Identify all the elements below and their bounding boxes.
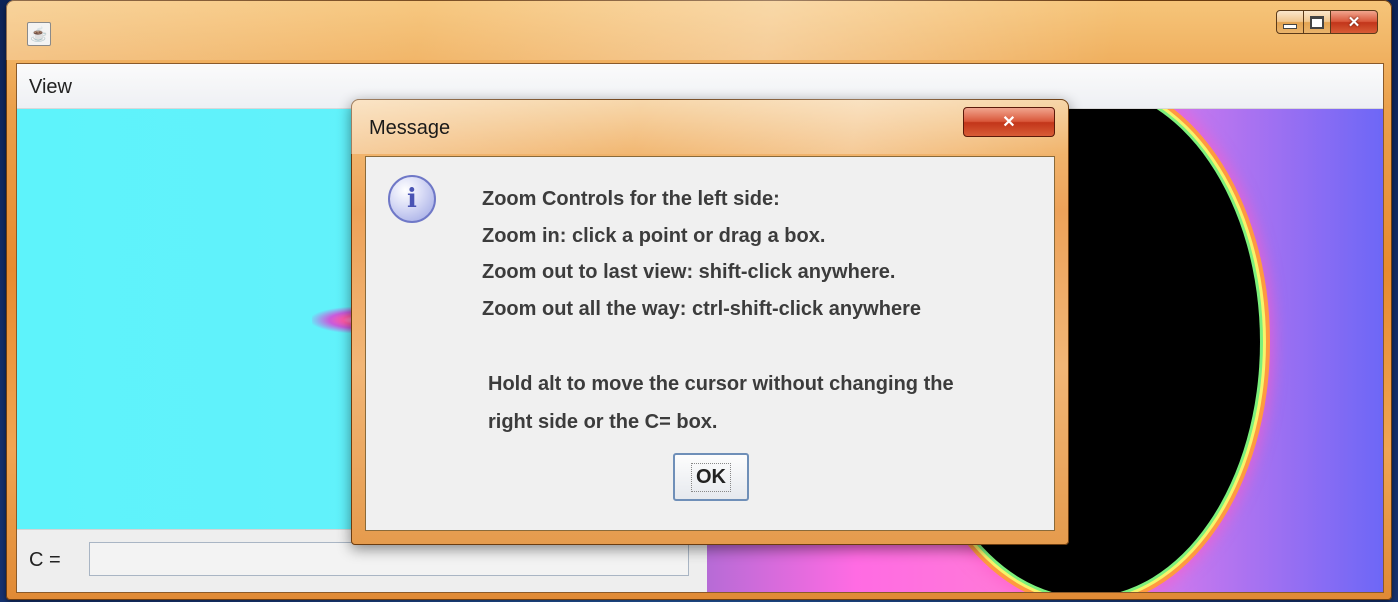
maximize-button[interactable] bbox=[1304, 10, 1331, 34]
close-button[interactable]: ✕ bbox=[1331, 10, 1378, 34]
info-icon: i bbox=[388, 175, 436, 223]
message-line: Zoom Controls for the left side: bbox=[482, 188, 780, 210]
ok-label: OK bbox=[691, 462, 731, 492]
menu-view[interactable]: View bbox=[29, 76, 72, 99]
close-icon: ✕ bbox=[1347, 14, 1361, 31]
close-icon: ✕ bbox=[1002, 114, 1016, 131]
caption-buttons: ✕ bbox=[1276, 10, 1378, 34]
dialog-body: i Zoom Controls for the left side: Zoom … bbox=[365, 156, 1055, 531]
message-text: Zoom Controls for the left side: Zoom in… bbox=[482, 181, 921, 327]
dialog-title: Message bbox=[369, 117, 451, 139]
dialog-close-button[interactable]: ✕ bbox=[963, 107, 1055, 137]
message-line: Zoom out to last view: shift-click anywh… bbox=[482, 261, 896, 283]
java-cup-icon[interactable]: ☕ bbox=[27, 22, 51, 46]
maximize-icon bbox=[1310, 15, 1324, 29]
message-line: Zoom in: click a point or drag a box. bbox=[482, 224, 826, 247]
minimize-icon bbox=[1283, 23, 1297, 29]
minimize-button[interactable] bbox=[1276, 10, 1304, 34]
message-line: right side or the C= box. bbox=[488, 411, 718, 433]
message-line: Hold alt to move the cursor without chan… bbox=[488, 373, 954, 395]
c-label: C = bbox=[29, 549, 61, 571]
ok-button[interactable]: OK bbox=[673, 453, 749, 501]
message-text-2: Hold alt to move the cursor without chan… bbox=[488, 365, 954, 441]
message-line: Zoom out all the way: ctrl-shift-click a… bbox=[482, 297, 921, 320]
c-input[interactable] bbox=[89, 542, 689, 576]
message-dialog: Message ✕ i Zoom Controls for the left s… bbox=[351, 99, 1069, 545]
